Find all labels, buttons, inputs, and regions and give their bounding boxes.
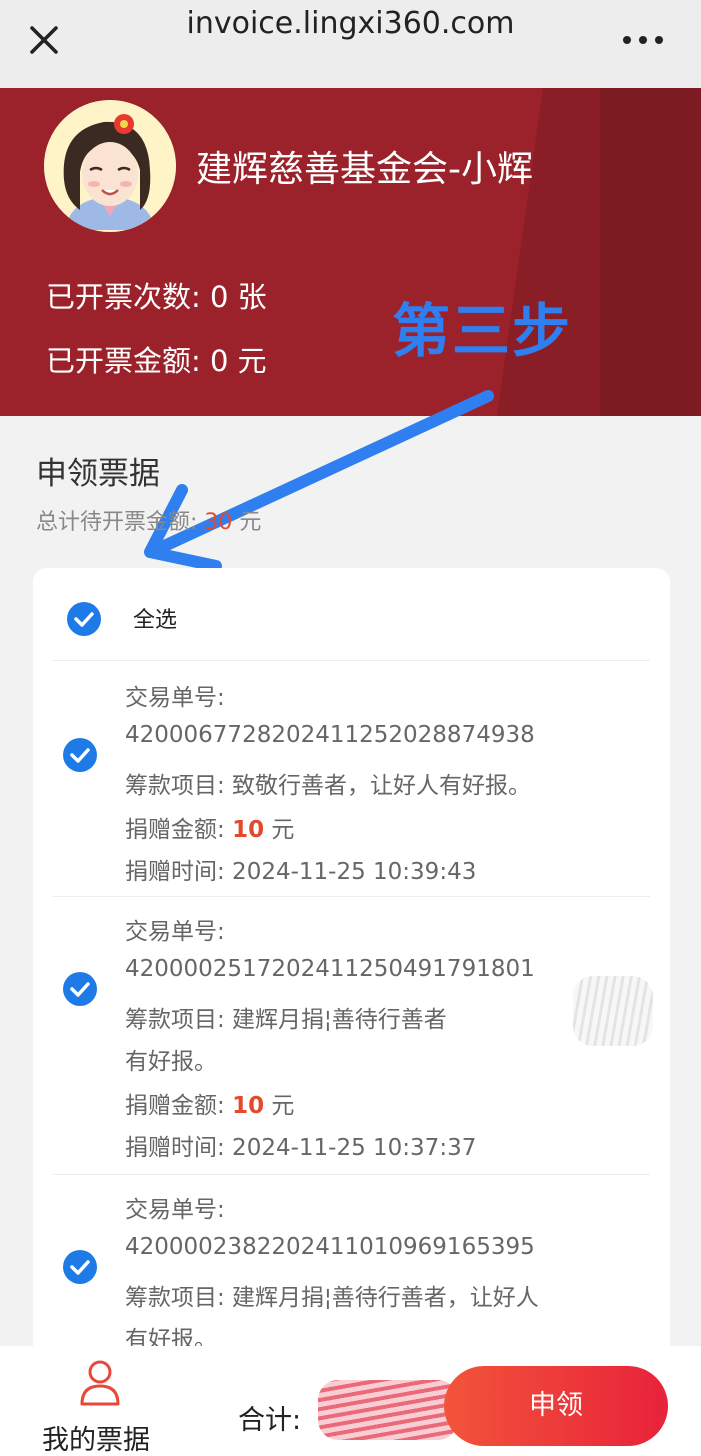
section-title: 申领票据 [36, 456, 160, 492]
donation-records-card: 全选 交易单号: 4200067728202411252028874938 筹款… [33, 568, 670, 1368]
issued-count: 已开票次数: 0 张 [46, 280, 267, 314]
amount-unit: 元 [264, 1093, 295, 1119]
organization-name: 建辉慈善基金会-小辉 [196, 149, 533, 190]
donation-time: 捐赠时间: 2024-11-25 10:37:37 [125, 1135, 477, 1161]
check-icon [70, 982, 90, 997]
sum-amount-redacted [318, 1380, 458, 1440]
profile-header: 建辉慈善基金会-小辉 已开票次数: 0 张 已开票金额: 0 元 [0, 88, 701, 416]
my-tickets-button[interactable]: 我的票据 [30, 1356, 170, 1456]
order-number-tail: 8 [520, 722, 535, 748]
order-number-text: 420006772820241125202887493 [125, 722, 521, 748]
order-number: 4200067728202411252028874938 [125, 722, 535, 748]
redaction-smudge [573, 976, 653, 1046]
my-tickets-label: 我的票据 [42, 1425, 150, 1456]
apply-button[interactable]: 申领 [444, 1366, 668, 1446]
order-label: 交易单号: [125, 1197, 225, 1223]
amount-value: 10 [232, 817, 265, 843]
page-url-title: invoice.lingxi360.com [186, 6, 515, 41]
project-name: 筹款项目: 建辉月捐¦善待行善者 [125, 1007, 447, 1033]
check-icon [74, 612, 94, 627]
user-icon [80, 1360, 120, 1406]
order-label: 交易单号: [125, 685, 225, 711]
donation-amount: 捐赠金额: 10 元 [125, 1086, 294, 1120]
record-checkbox-2[interactable] [63, 972, 97, 1006]
order-label: 交易单号: [125, 919, 225, 945]
order-number: 4200002382202411010969165395 [125, 1234, 535, 1260]
amount-label: 捐赠金额: [125, 1093, 233, 1119]
total-amount: 30 [204, 510, 233, 535]
browser-top-bar: invoice.lingxi360.com [0, 0, 701, 88]
bottom-action-bar: 我的票据 合计: 申领 [0, 1346, 701, 1456]
project-name: 筹款项目: 致敬行善者，让好人有好报。 [125, 773, 532, 799]
amount-label: 捐赠金额: [125, 817, 233, 843]
more-options-icon[interactable] [619, 20, 675, 56]
donation-amount: 捐赠金额: 10 元 [125, 810, 294, 844]
project-name: 筹款项目: 建辉月捐¦善待行善者，让好人 [125, 1285, 539, 1311]
step-annotation-label: 第三步 [392, 297, 573, 365]
total-label: 总计待开票金额: [36, 510, 198, 535]
sum-label: 合计: [238, 1405, 302, 1436]
total-pending-amount: 总计待开票金额: 30 元 [36, 504, 261, 536]
record-checkbox-3[interactable] [63, 1250, 97, 1284]
project-name-cont: 有好报。 [125, 1049, 217, 1075]
select-all-checkbox[interactable] [67, 602, 101, 636]
total-unit: 元 [239, 510, 262, 535]
check-icon [70, 1260, 90, 1275]
select-all-label: 全选 [133, 608, 178, 633]
amount-unit: 元 [264, 817, 295, 843]
avatar [44, 100, 176, 232]
donation-time: 捐赠时间: 2024-11-25 10:39:43 [125, 859, 477, 885]
check-icon [70, 748, 90, 763]
record-checkbox-1[interactable] [63, 738, 97, 772]
amount-value: 10 [232, 1093, 265, 1119]
issued-amount: 已开票金额: 0 元 [46, 344, 267, 378]
order-number: 4200002517202411250491791801 [125, 956, 535, 982]
